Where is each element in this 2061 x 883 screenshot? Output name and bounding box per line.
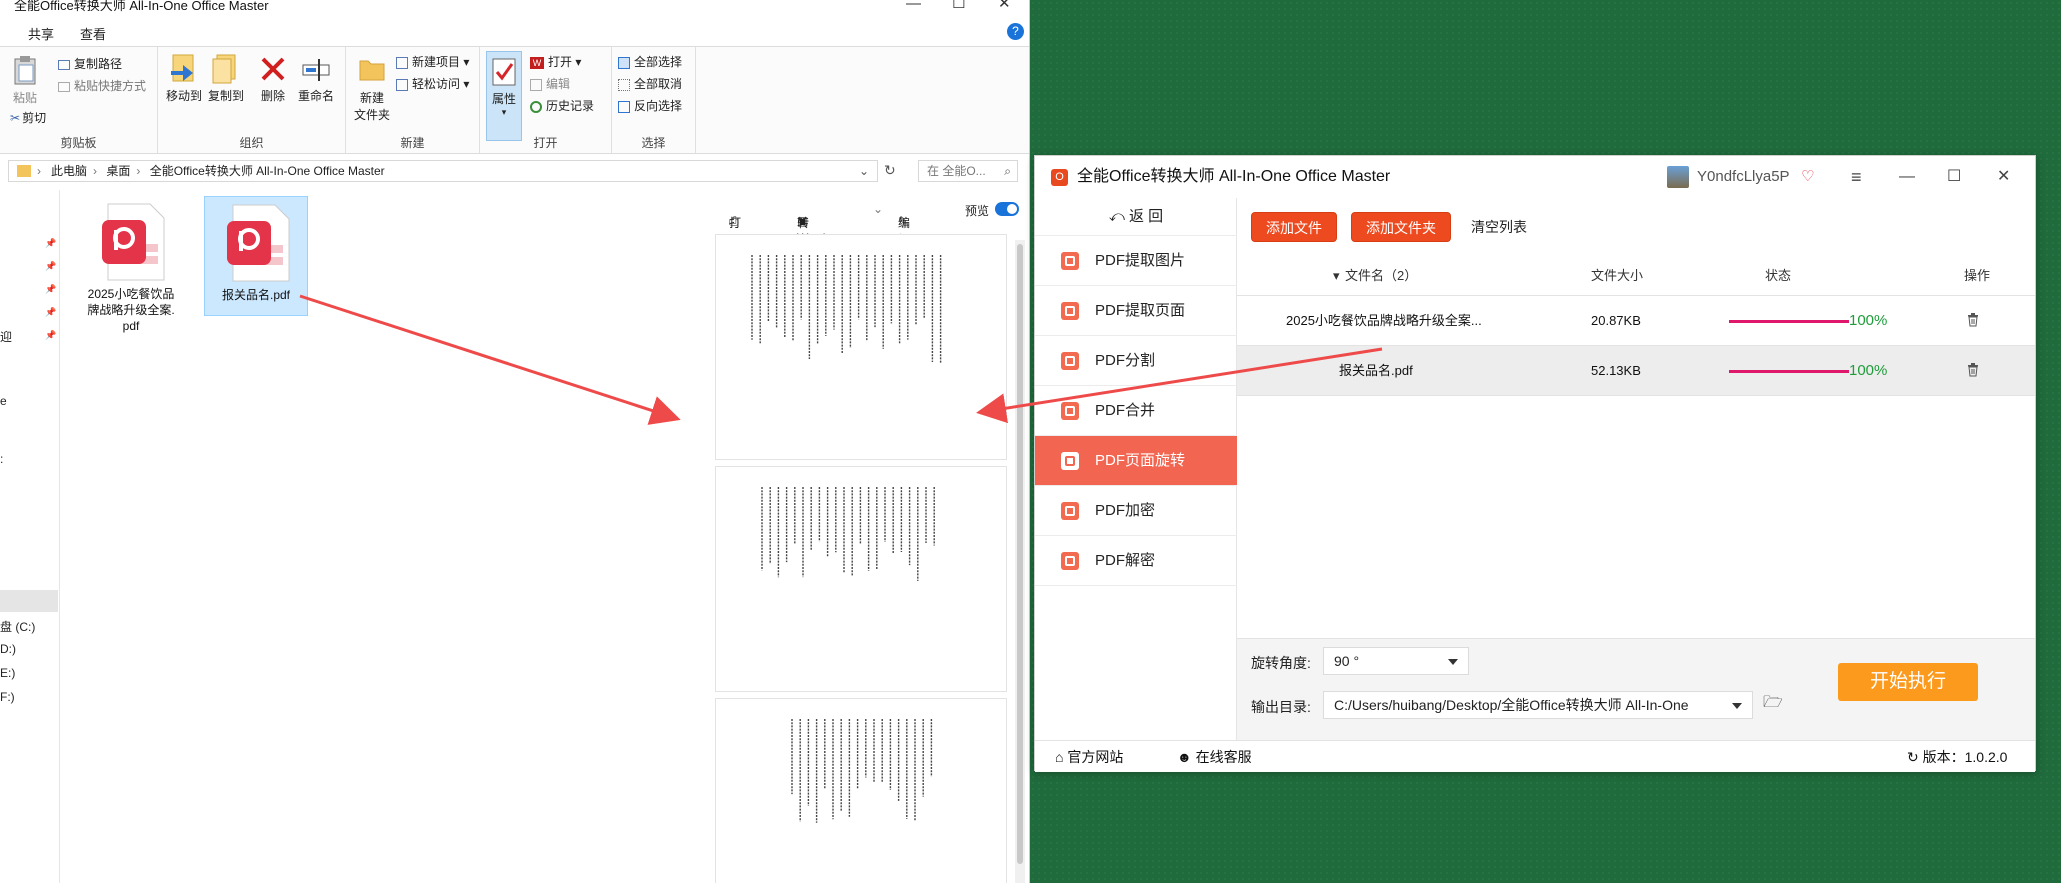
annotation-arrow [299,294,681,425]
annotation-arrows [299,294,1383,425]
annotation-arrow [976,347,1383,424]
